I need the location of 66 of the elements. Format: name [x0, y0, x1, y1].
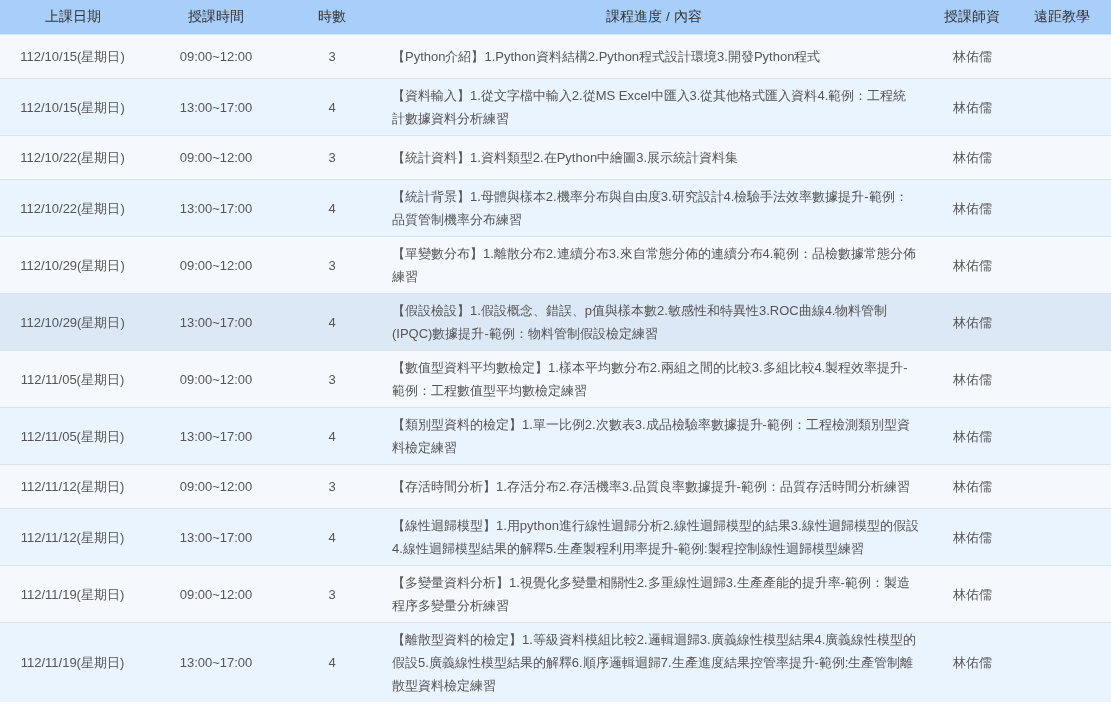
- table-cell: 13:00~17:00: [179, 529, 253, 545]
- table-cell: 林佑儒: [952, 257, 992, 273]
- table-cell: 4: [328, 529, 336, 545]
- table-cell: 【單變數分布】1.離散分布2.連續分布3.來自常態分佈的連續分布4.範例：品檢數據常態分佈練習: [392, 246, 917, 284]
- table-cell: 112/10/22(星期日): [20, 200, 125, 216]
- column-header: 授課時間: [145, 0, 287, 35]
- table-cell: 112/10/15(星期日): [20, 99, 125, 115]
- table-cell: 09:00~12:00: [179, 150, 253, 165]
- table-cell: 4: [328, 428, 336, 444]
- table-cell: 112/11/12(星期日): [20, 529, 125, 545]
- table-cell: 【線性迴歸模型】1.用python進行線性迴歸分析2.線性迴歸模型的結果3.線性迴歸模型的假設4.線性迴歸模型結果的解釋5.生產製程利用率提升-範例:製程控制線性迴歸模型練習: [392, 518, 919, 556]
- table-cell: 09:00~12:00: [179, 586, 253, 602]
- table-cell: 13:00~17:00: [179, 428, 253, 444]
- table-cell: 112/11/19(星期日): [20, 655, 125, 670]
- table-cell: 4: [328, 99, 336, 115]
- table-cell: 13:00~17:00: [179, 200, 253, 216]
- table-cell: 112/11/05(星期日): [20, 371, 125, 387]
- table-cell: 林佑儒: [952, 371, 992, 387]
- table-cell: 112/10/22(星期日): [20, 150, 125, 165]
- column-header: 授課師資: [931, 0, 1013, 35]
- table-cell: 09:00~12:00: [179, 371, 253, 387]
- table-cell: 3: [328, 586, 336, 602]
- table-cell: 3: [328, 49, 336, 64]
- table-cell: 林佑儒: [952, 150, 992, 165]
- table-cell: 112/11/05(星期日): [20, 428, 125, 444]
- table-cell: 【統計背景】1.母體與樣本2.機率分布與自由度3.研究設計4.檢驗手法效率數據提升-範例：品質管制機率分布練習: [392, 189, 908, 227]
- table-cell: 【存活時間分析】1.存活分布2.存活機率3.品質良率數據提升-範例：品質存活時間分析練習: [392, 479, 910, 494]
- table-cell: 【數值型資料平均數檢定】1.樣本平均數分布2.兩組之間的比較3.多組比較4.製程效率提升-範例：工程數值型平均數檢定練習: [392, 360, 908, 398]
- table-cell: 09:00~12:00: [179, 257, 253, 273]
- table-cell: 13:00~17:00: [179, 99, 253, 115]
- table-cell: 3: [328, 479, 336, 494]
- table-cell: 4: [328, 314, 336, 330]
- column-header: 遠距教學: [1013, 0, 1111, 35]
- table-cell: 3: [328, 150, 336, 165]
- table-cell: 林佑儒: [952, 586, 992, 602]
- table-cell: 林佑儒: [952, 655, 992, 670]
- table-cell: 4: [328, 200, 336, 216]
- table-cell: 林佑儒: [952, 99, 992, 115]
- table-cell: 13:00~17:00: [179, 655, 253, 670]
- table-cell: 【統計資料】1.資料類型2.在Python中繪圖3.展示統計資料集: [392, 150, 738, 165]
- table-cell: 09:00~12:00: [179, 479, 253, 494]
- table-cell: 112/10/29(星期日): [20, 314, 125, 330]
- table-cell: 林佑儒: [952, 314, 992, 330]
- table-cell: 【Python介紹】1.Python資料結構2.Python程式設計環境3.開發Python程式: [392, 49, 821, 64]
- table-cell: 112/10/29(星期日): [20, 257, 125, 273]
- column-header: 上課日期: [0, 0, 145, 35]
- table-cell: 【資料輸入】1.從文字檔中輸入2.從MS Excel中匯入3.從其他格式匯入資料4.範例：工程統計數據資料分析練習: [392, 88, 907, 126]
- table-cell: 林佑儒: [952, 49, 992, 64]
- table-cell: 林佑儒: [952, 200, 992, 216]
- table-cell: 林佑儒: [952, 428, 992, 444]
- table-cell: 【多變量資料分析】1.視覺化多變量相關性2.多重線性迴歸3.生產產能的提升率-範例：製造程序多變量分析練習: [392, 575, 910, 613]
- table-cell: 112/11/19(星期日): [20, 586, 125, 602]
- column-header: 課程進度 / 內容: [377, 0, 931, 35]
- table-cell: 【離散型資料的檢定】1.等級資料模組比較2.邏輯迴歸3.廣義線性模型結果4.廣義線性模型的假設5.廣義線性模型結果的解釋6.順序邏輯迴歸7.生產進度結果控管率提升-範例:生產管制離散型資料檢定練習: [392, 632, 917, 693]
- table-cell: 3: [328, 371, 336, 387]
- table-cell: 4: [328, 655, 336, 670]
- table-cell: 【假設檢設】1.假設概念、錯誤、p值與樣本數2.敏感性和特異性3.ROC曲線4.物料管制(IPQC)數據提升-範例：物料管制假設檢定練習: [392, 303, 888, 341]
- table-cell: 林佑儒: [952, 479, 992, 494]
- column-header: 時數: [287, 0, 377, 35]
- table-cell: 112/11/12(星期日): [20, 479, 125, 494]
- table-cell: 09:00~12:00: [179, 49, 253, 64]
- table-cell: 13:00~17:00: [179, 314, 253, 330]
- table-cell: 【類別型資料的檢定】1.單一比例2.次數表3.成品檢驗率數據提升-範例：工程檢測類別型資料檢定練習: [392, 417, 910, 455]
- table-cell: 112/10/15(星期日): [20, 49, 125, 64]
- table-cell: 3: [328, 257, 336, 273]
- table-cell: 林佑儒: [952, 529, 992, 545]
